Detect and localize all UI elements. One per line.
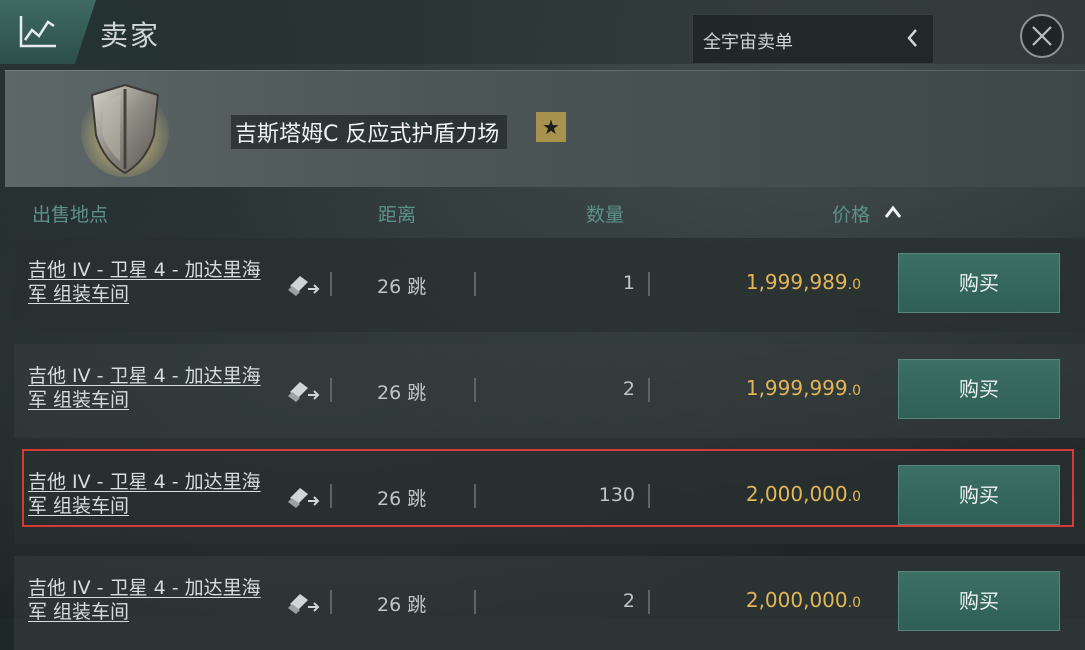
buy-button[interactable]: 购买 (898, 359, 1060, 419)
window-header: 卖家 全宇宙卖单 (0, 0, 1085, 66)
quantity-value: 2 (622, 590, 635, 612)
shield-icon (81, 83, 169, 177)
scope-dropdown[interactable]: 全宇宙卖单 (692, 14, 934, 64)
buy-button[interactable]: 购买 (898, 253, 1060, 313)
chart-icon (19, 16, 56, 48)
set-destination-icon[interactable] (286, 590, 322, 616)
price-value: 1,999,999.0 (745, 376, 861, 400)
order-row[interactable]: 吉他 IV - 卫星 4 - 加达里海军 组装车间 26 跳 1 1,999,9… (14, 238, 1085, 332)
location-link[interactable]: 吉他 IV - 卫星 4 - 加达里海军 组装车间 (28, 364, 278, 412)
star-icon: ★ (536, 112, 566, 142)
column-header-quantity[interactable]: 数量 (586, 200, 624, 227)
price-value: 2,000,000.0 (745, 588, 861, 612)
column-header-location[interactable]: 出售地点 (32, 200, 108, 227)
buy-button[interactable]: 购买 (898, 571, 1060, 631)
jumps-value: 26 跳 (377, 276, 427, 298)
order-row[interactable]: 吉他 IV - 卫星 4 - 加达里海军 组装车间 26 跳 2 1,999,9… (14, 344, 1085, 438)
column-header-distance[interactable]: 距离 (378, 200, 416, 227)
set-destination-icon[interactable] (286, 378, 322, 404)
sort-ascending-icon[interactable] (884, 205, 902, 219)
jumps-value: 26 跳 (377, 382, 427, 404)
page-title: 卖家 (100, 19, 161, 52)
location-link[interactable]: 吉他 IV - 卫星 4 - 加达里海军 组装车间 (28, 576, 278, 624)
item-name: 吉斯塔姆C 反应式护盾力场 (231, 115, 508, 149)
order-row[interactable]: 吉他 IV - 卫星 4 - 加达里海军 组装车间 26 跳 2 2,000,0… (14, 556, 1085, 650)
close-button[interactable] (1020, 14, 1064, 58)
set-destination-icon[interactable] (286, 272, 322, 298)
location-link[interactable]: 吉他 IV - 卫星 4 - 加达里海军 组装车间 (28, 258, 278, 306)
close-icon (1032, 26, 1052, 46)
quantity-value: 2 (622, 378, 635, 400)
chevron-left-icon (907, 29, 917, 47)
selection-highlight (22, 449, 1074, 527)
quantity-value: 1 (622, 272, 635, 294)
column-header-price[interactable]: 价格 (832, 200, 870, 227)
jumps-value: 26 跳 (377, 594, 427, 616)
scope-label: 全宇宙卖单 (703, 32, 793, 53)
price-value: 1,999,989.0 (745, 270, 861, 294)
